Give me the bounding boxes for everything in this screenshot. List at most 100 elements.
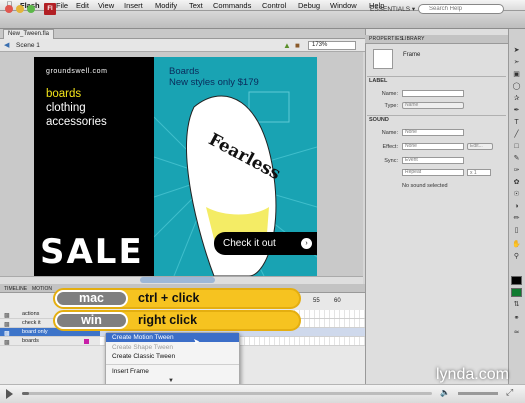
nav-boards: boards (46, 88, 82, 100)
pencil-tool-icon[interactable]: ✎ (511, 154, 522, 163)
back-arrow-icon[interactable]: ◀ (4, 41, 9, 49)
swap-colors-icon[interactable]: ⇅ (511, 300, 522, 309)
layer-name: check it (22, 320, 41, 326)
paint-bucket-tool-icon[interactable]: ◑ (511, 202, 522, 211)
selection-tool-icon[interactable]: ➤ (511, 46, 522, 55)
tab-motion-editor[interactable]: MOTION (32, 286, 52, 292)
frame-ruler-number: 55 (313, 298, 320, 304)
video-progress-fill (22, 392, 29, 395)
sound-name-label: Name: (381, 130, 398, 136)
edit-symbols-icon[interactable]: ▲ (283, 41, 291, 50)
brush-tool-icon[interactable]: ✑ (511, 166, 522, 175)
mouse-cursor-icon: ➤ (193, 337, 200, 346)
menu-item-create-shape-tween[interactable]: Create Shape Tween (112, 344, 173, 351)
frame-ruler-number: 60 (334, 298, 341, 304)
menu-text[interactable]: Text (189, 0, 203, 11)
layer-icon: ▩ (4, 331, 10, 337)
frame-name-field[interactable] (402, 90, 464, 97)
label-type-select[interactable]: Name (402, 102, 464, 109)
layer-color-indicator (84, 339, 89, 344)
fullscreen-icon[interactable]: ⤢ (506, 387, 513, 398)
menu-item-insert-frame[interactable]: Insert Frame (112, 368, 149, 375)
close-window-button[interactable] (5, 5, 13, 13)
menu-item-create-motion-tween[interactable]: Create Motion Tween (112, 334, 174, 341)
menu-commands[interactable]: Commands (213, 0, 251, 11)
lynda-watermark: lynda.com (436, 366, 509, 383)
label-section-header[interactable]: LABEL (369, 78, 387, 84)
minimize-window-button[interactable] (16, 5, 24, 13)
menu-debug[interactable]: Debug (298, 0, 320, 11)
3d-rotation-tool-icon[interactable]: ◯ (511, 82, 522, 91)
menu-divider (106, 364, 239, 365)
effect-select[interactable]: None (402, 143, 464, 150)
menu-item-create-classic-tween[interactable]: Create Classic Tween (112, 353, 175, 360)
eraser-tool-icon[interactable]: ▯ (511, 226, 522, 235)
menu-control[interactable]: Control (262, 0, 286, 11)
ad-title: Boards New styles only $179 (169, 66, 259, 88)
stroke-color-swatch[interactable] (511, 276, 522, 285)
rectangle-tool-icon[interactable]: □ (511, 142, 522, 151)
menu-insert[interactable]: Insert (124, 0, 143, 11)
hand-tool-icon[interactable]: ✋ (511, 240, 522, 249)
nav-clothing: clothing (46, 102, 86, 114)
layer-name: actions (22, 311, 40, 317)
chevron-right-icon[interactable]: › (301, 238, 312, 249)
layer-name: board only (22, 329, 48, 335)
deco-tool-icon[interactable]: ✿ (511, 178, 522, 187)
fill-color-swatch[interactable] (511, 288, 522, 297)
menu-view[interactable]: View (98, 0, 114, 11)
sync-select[interactable]: Event (402, 157, 464, 164)
document-tab-bar (0, 29, 365, 39)
zoom-window-button[interactable] (27, 5, 35, 13)
win-shortcut-text: right click (138, 313, 198, 327)
scene-label[interactable]: Scene 1 (16, 42, 40, 49)
divider (367, 76, 506, 77)
tab-properties[interactable]: PROPERTIES (369, 36, 403, 42)
zoom-tool-icon[interactable]: ⚲ (511, 252, 522, 261)
menu-edit[interactable]: Edit (76, 0, 89, 11)
play-icon[interactable] (6, 389, 13, 399)
subselection-tool-icon[interactable]: ➣ (511, 58, 522, 67)
edit-sound-button[interactable]: Edit... (467, 143, 493, 150)
free-transform-tool-icon[interactable]: ▣ (511, 70, 522, 79)
no-sound-text: No sound selected (402, 183, 448, 189)
eyedropper-tool-icon[interactable]: ✏ (511, 214, 522, 223)
sound-section-header[interactable]: SOUND (369, 117, 389, 123)
divider (367, 115, 506, 116)
name-label: Name: (381, 91, 398, 97)
video-progress-track[interactable] (22, 392, 432, 395)
document-tab[interactable]: New_Tween.fla (3, 29, 55, 39)
pen-tool-icon[interactable]: ✒ (511, 106, 522, 115)
zoom-select[interactable]: 173% (308, 41, 356, 50)
volume-slider[interactable] (458, 392, 498, 395)
line-tool-icon[interactable]: ╱ (511, 130, 522, 139)
sale-graphic-text: SALE (40, 232, 144, 272)
volume-icon[interactable]: 🔈 (440, 388, 450, 397)
bone-tool-icon[interactable]: ☉ (511, 190, 522, 199)
tab-library[interactable]: LIBRARY (402, 36, 425, 42)
workspace-switcher[interactable]: ESSENTIALS ▾ (370, 5, 415, 13)
lasso-tool-icon[interactable]: ✰ (511, 94, 522, 103)
text-tool-icon[interactable]: T (511, 118, 522, 127)
ad-title-line2: New styles only $179 (169, 77, 259, 88)
menu-window[interactable]: Window (330, 0, 357, 11)
edit-scene-icon[interactable]: ■ (295, 41, 300, 50)
menu-modify[interactable]: Modify (155, 0, 177, 11)
effect-label: Effect: (382, 144, 399, 150)
sound-name-select[interactable]: None (402, 129, 464, 136)
mac-key-badge: mac (55, 290, 128, 307)
menu-file[interactable]: File (56, 0, 68, 11)
selection-type-label: Frame (403, 52, 421, 58)
help-search-input[interactable] (418, 4, 504, 14)
stage[interactable]: groundswell.com boards clothing accessor… (34, 57, 317, 276)
layer-name: boards (22, 338, 39, 344)
repeat-count-field[interactable] (467, 169, 491, 176)
win-key-badge: win (55, 312, 128, 329)
tab-timeline[interactable]: TIMELINE (4, 286, 27, 292)
smooth-icon[interactable]: ≃ (511, 328, 522, 337)
scrollbar-thumb[interactable] (140, 277, 215, 283)
nav-accessories: accessories (46, 116, 107, 128)
type-label: Type: (384, 103, 398, 109)
snap-to-objects-icon[interactable]: ⚭ (511, 314, 522, 323)
repeat-select[interactable]: Repeat (402, 169, 464, 176)
